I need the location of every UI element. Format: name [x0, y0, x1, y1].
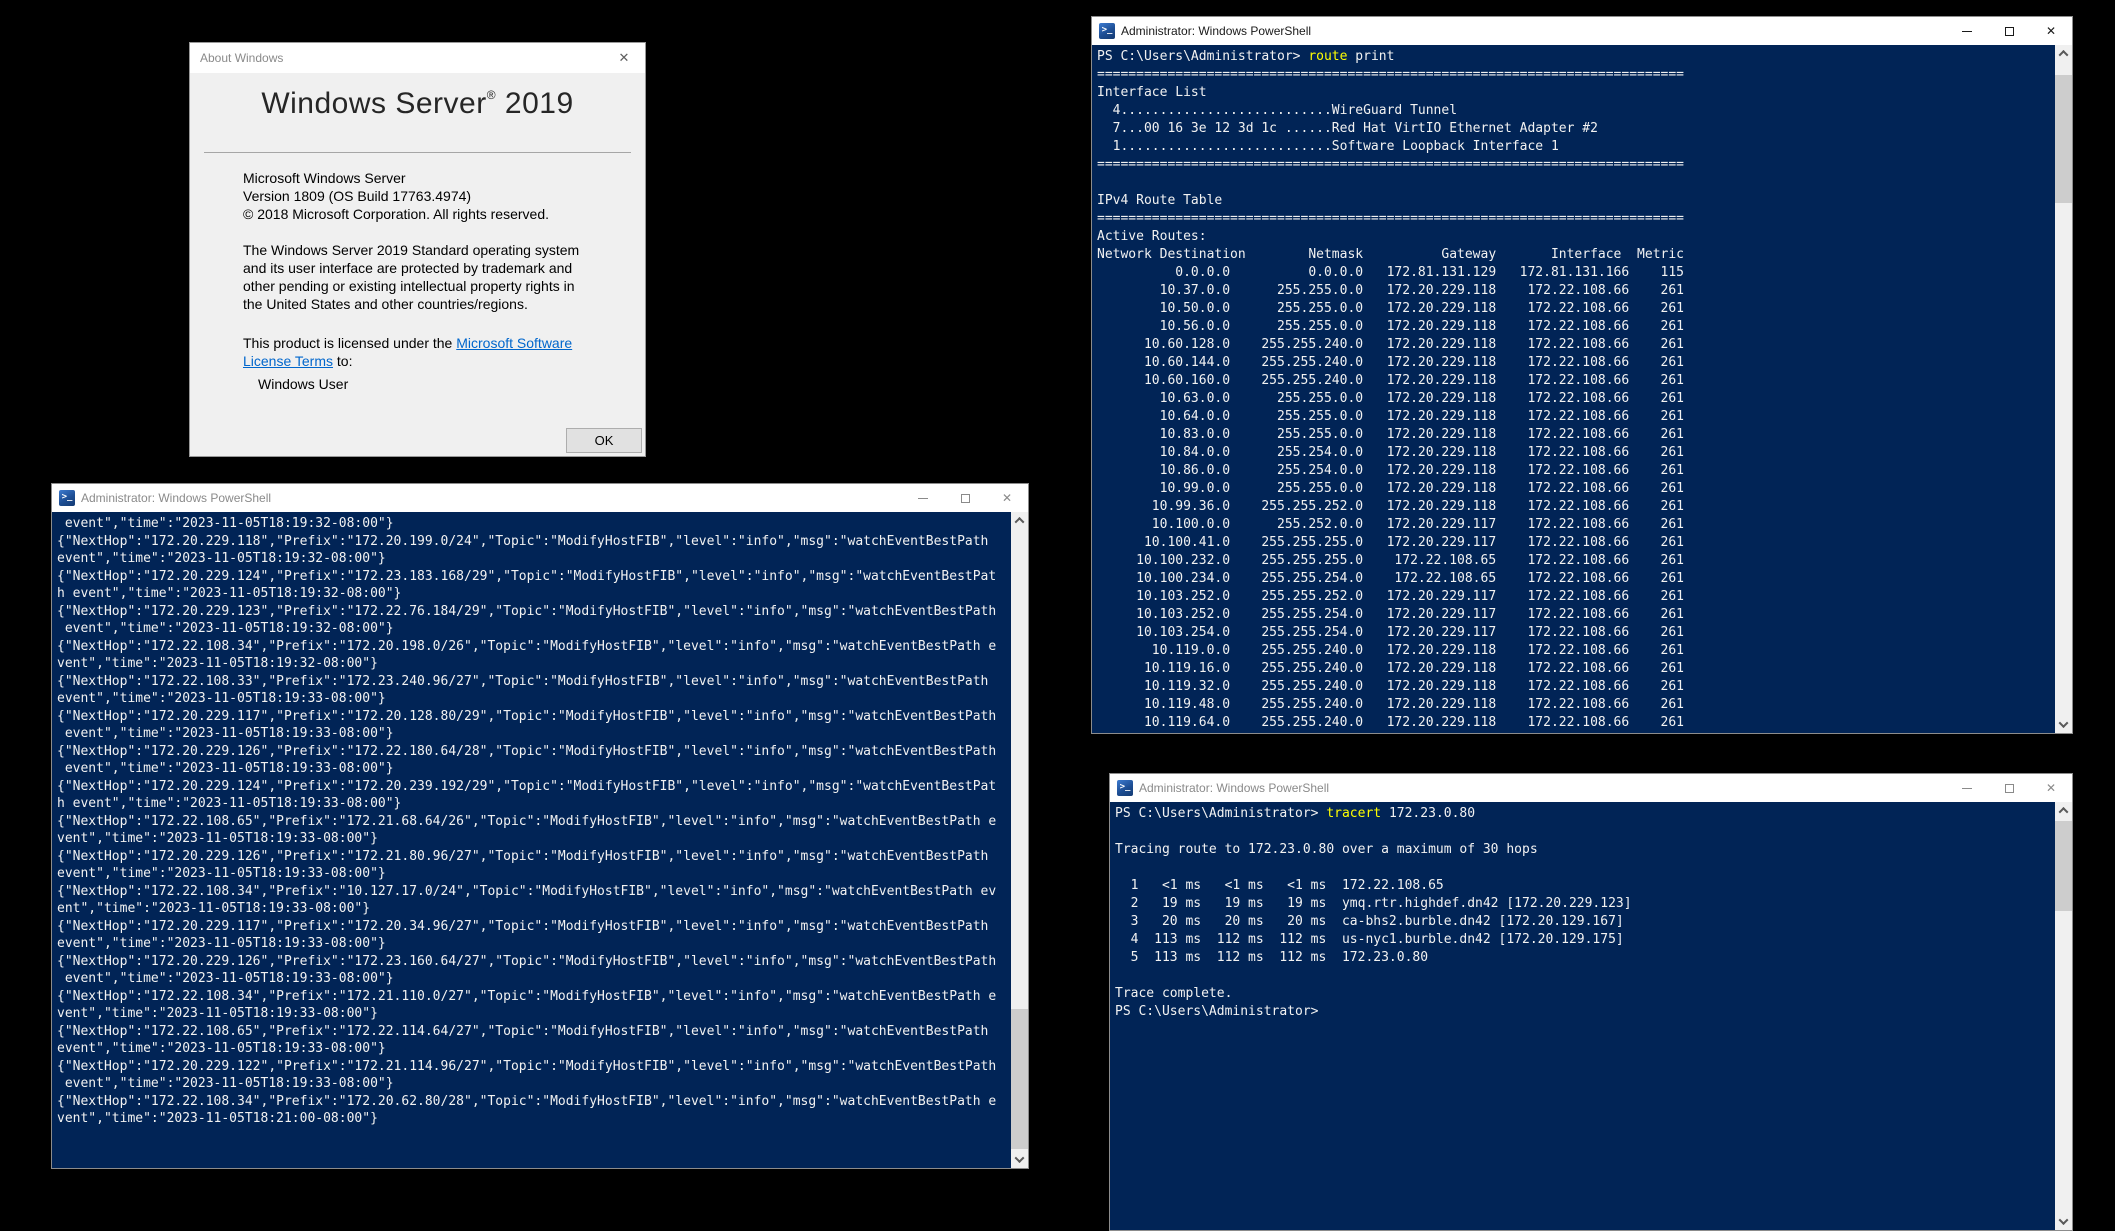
- product-name: Windows Server: [261, 87, 486, 120]
- scroll-thumb[interactable]: [1011, 1009, 1028, 1149]
- desktop: { "colors": { "desktop_bg": "#000000", "…: [0, 0, 2115, 1230]
- console-output[interactable]: event","time":"2023-11-05T18:19:32-08:00…: [52, 512, 1028, 1128]
- close-icon[interactable]: ✕: [603, 43, 645, 73]
- scrollbar[interactable]: [1011, 512, 1028, 1168]
- about-windows-dialog: About Windows ✕ Windows Server® 2019 Mic…: [189, 42, 646, 457]
- scroll-thumb[interactable]: [2055, 821, 2072, 911]
- route-print-window: >_ Administrator: Windows PowerShell ✕ P…: [1091, 16, 2073, 734]
- scroll-up-button[interactable]: [2055, 45, 2072, 62]
- log-console: event","time":"2023-11-05T18:19:32-08:00…: [52, 512, 1028, 1168]
- close-button[interactable]: ✕: [986, 484, 1028, 512]
- licensee: Windows User: [258, 375, 348, 393]
- minimize-button[interactable]: [1946, 774, 1988, 802]
- product-title: Windows Server® 2019: [190, 87, 645, 121]
- tracert-window-titlebar[interactable]: >_ Administrator: Windows PowerShell ✕: [1110, 774, 2072, 802]
- os-version-line: Version 1809 (OS Build 17763.4974): [243, 187, 615, 205]
- minimize-icon: [1962, 31, 1972, 32]
- tracert-console: PS C:\Users\Administrator> tracert 172.2…: [1110, 802, 2072, 1230]
- product-year: 2019: [496, 87, 574, 120]
- scroll-up-button[interactable]: [2055, 802, 2072, 819]
- license-text: This product is licensed under the Micro…: [243, 334, 593, 370]
- scroll-down-button[interactable]: [2055, 1213, 2072, 1230]
- close-button[interactable]: ✕: [2030, 17, 2072, 45]
- minimize-icon: [1962, 788, 1972, 789]
- os-name-line: Microsoft Windows Server: [243, 169, 615, 187]
- tracert-window-title: Administrator: Windows PowerShell: [1139, 781, 1946, 795]
- about-dialog-titlebar[interactable]: About Windows ✕: [190, 43, 645, 73]
- maximize-button[interactable]: [1988, 774, 2030, 802]
- license-suffix: to:: [333, 353, 352, 369]
- maximize-icon: [2005, 27, 2014, 36]
- maximize-icon: [961, 494, 970, 503]
- chevron-down-icon: [2059, 718, 2069, 728]
- scroll-down-button[interactable]: [2055, 716, 2072, 733]
- log-window-title: Administrator: Windows PowerShell: [81, 491, 902, 505]
- scroll-up-button[interactable]: [1011, 512, 1028, 529]
- copyright-line: © 2018 Microsoft Corporation. All rights…: [243, 205, 615, 223]
- minimize-button[interactable]: [1946, 17, 1988, 45]
- console-output[interactable]: PS C:\Users\Administrator> route print =…: [1092, 45, 2072, 732]
- registered-mark-icon: ®: [487, 88, 496, 102]
- chevron-up-icon: [2059, 50, 2069, 60]
- minimize-button[interactable]: [902, 484, 944, 512]
- ok-button[interactable]: OK: [566, 428, 642, 453]
- scrollbar[interactable]: [2055, 802, 2072, 1230]
- chevron-down-icon: [1015, 1153, 1025, 1163]
- maximize-button[interactable]: [1988, 17, 2030, 45]
- scroll-thumb[interactable]: [2055, 75, 2072, 203]
- scrollbar[interactable]: [2055, 45, 2072, 733]
- trademark-paragraph: The Windows Server 2019 Standard operati…: [243, 241, 588, 313]
- about-dialog-title: About Windows: [190, 51, 603, 65]
- log-window-titlebar[interactable]: >_ Administrator: Windows PowerShell ✕: [52, 484, 1028, 512]
- minimize-icon: [918, 498, 928, 499]
- route-console: PS C:\Users\Administrator> route print =…: [1092, 45, 2072, 733]
- close-button[interactable]: ✕: [2030, 774, 2072, 802]
- powershell-icon: >_: [59, 490, 75, 506]
- powershell-icon: >_: [1117, 780, 1133, 796]
- route-window-title: Administrator: Windows PowerShell: [1121, 24, 1946, 38]
- version-info: Microsoft Windows Server Version 1809 (O…: [243, 169, 615, 223]
- scroll-down-button[interactable]: [1011, 1151, 1028, 1168]
- tracert-window: >_ Administrator: Windows PowerShell ✕ P…: [1109, 773, 2073, 1231]
- powershell-icon: >_: [1099, 23, 1115, 39]
- route-window-titlebar[interactable]: >_ Administrator: Windows PowerShell ✕: [1092, 17, 2072, 45]
- maximize-button[interactable]: [944, 484, 986, 512]
- chevron-up-icon: [2059, 807, 2069, 817]
- log-window: >_ Administrator: Windows PowerShell ✕ e…: [51, 483, 1029, 1169]
- console-output[interactable]: PS C:\Users\Administrator> tracert 172.2…: [1110, 802, 2072, 1021]
- chevron-down-icon: [2059, 1215, 2069, 1225]
- maximize-icon: [2005, 784, 2014, 793]
- divider: [204, 152, 631, 153]
- chevron-up-icon: [1015, 517, 1025, 527]
- license-prefix: This product is licensed under the: [243, 335, 456, 351]
